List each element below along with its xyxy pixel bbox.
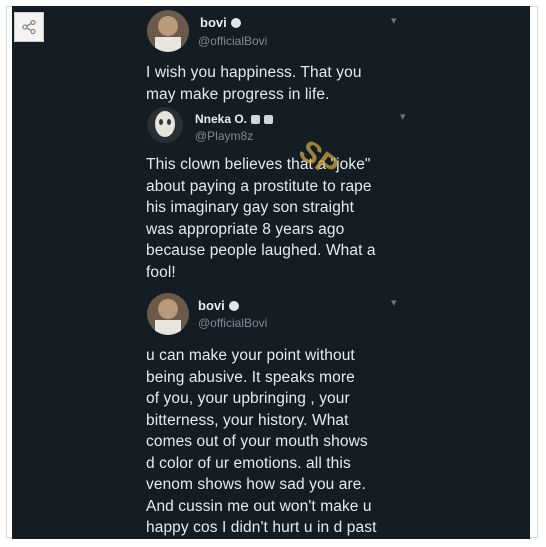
- verified-badge-icon: [228, 300, 239, 311]
- tweet-author-name[interactable]: bovi: [198, 298, 239, 313]
- chevron-down-icon[interactable]: ▾: [391, 14, 397, 27]
- tweet-author-handle[interactable]: @officialBovi: [198, 34, 267, 48]
- share-icon: [22, 19, 36, 35]
- avatar[interactable]: [147, 293, 189, 335]
- tweet-text: u can make your point without being abus…: [146, 347, 377, 536]
- tweet-text: This clown believes that a "joke" about …: [146, 156, 376, 281]
- tweet-author-name[interactable]: bovi: [200, 15, 241, 30]
- chevron-down-icon[interactable]: ▾: [391, 296, 397, 309]
- verified-badge-icon: [251, 115, 261, 125]
- lock-icon: [264, 115, 274, 125]
- tweet-author-handle[interactable]: @Playm8z: [195, 129, 253, 143]
- verified-badge-icon: [230, 17, 241, 28]
- tweet-author-name[interactable]: Nneka O.: [195, 112, 274, 126]
- share-button[interactable]: [14, 12, 44, 42]
- chevron-down-icon[interactable]: ▾: [400, 110, 406, 123]
- avatar[interactable]: [147, 10, 189, 52]
- avatar[interactable]: [147, 107, 183, 143]
- tweet-text: I wish you happiness. That you may make …: [146, 64, 362, 103]
- tweet-thread-screen: bovi @officialBovi ▾ I wish you happines…: [12, 6, 530, 539]
- tweet-author-handle[interactable]: @officialBovi: [198, 316, 267, 330]
